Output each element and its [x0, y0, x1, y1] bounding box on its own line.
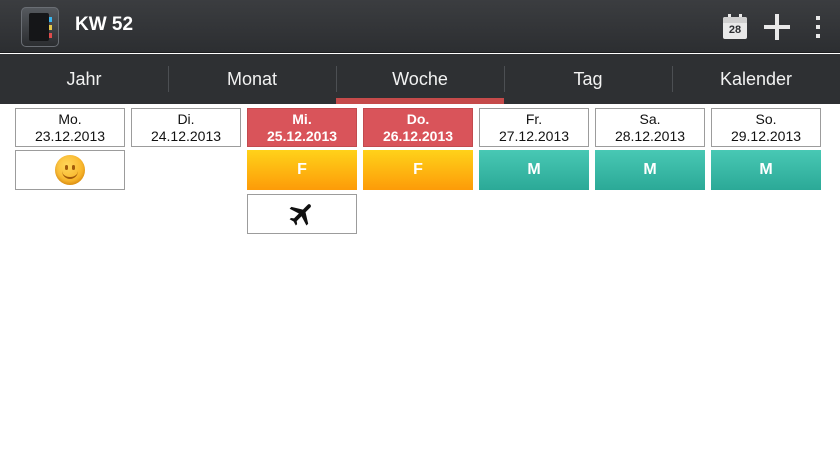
overflow-menu-button[interactable] — [800, 8, 836, 46]
smiley-icon — [55, 155, 85, 185]
day-header-so[interactable]: So. 29.12.2013 — [711, 108, 821, 147]
day-date: 27.12.2013 — [498, 128, 570, 144]
tab-bar: Jahr Monat Woche Tag Kalender — [0, 54, 840, 104]
day-name: Mo. — [58, 111, 82, 127]
day-date: 26.12.2013 — [382, 128, 454, 144]
app-icon[interactable] — [21, 7, 59, 47]
day-name: Fr. — [525, 111, 543, 127]
tab-woche[interactable]: Woche — [336, 54, 504, 104]
day-header-mi[interactable]: Mi. 25.12.2013 — [247, 108, 357, 147]
action-bar: KW 52 28 — [0, 0, 840, 53]
page-title: KW 52 — [75, 14, 134, 35]
note-cell-mi[interactable] — [247, 194, 357, 234]
shift-cell-mo[interactable] — [15, 150, 125, 190]
shift-cell-fr[interactable]: M — [479, 150, 589, 190]
plus-icon — [764, 14, 790, 40]
tab-kalender[interactable]: Kalender — [672, 54, 840, 104]
day-name: Di. — [177, 111, 195, 127]
add-button[interactable] — [759, 8, 795, 46]
day-date: 28.12.2013 — [614, 128, 686, 144]
day-header-di[interactable]: Di. 24.12.2013 — [131, 108, 241, 147]
day-name: Mi. — [292, 111, 312, 127]
tab-monat[interactable]: Monat — [168, 54, 336, 104]
day-date: 24.12.2013 — [150, 128, 222, 144]
shift-cell-do[interactable]: F — [363, 150, 473, 190]
day-name: So. — [755, 111, 777, 127]
calendar-today-button[interactable]: 28 — [717, 8, 753, 46]
day-date: 23.12.2013 — [34, 128, 106, 144]
tab-jahr[interactable]: Jahr — [0, 54, 168, 104]
day-header-mo[interactable]: Mo. 23.12.2013 — [15, 108, 125, 147]
calendar-icon: 28 — [723, 14, 747, 40]
shift-cell-sa[interactable]: M — [595, 150, 705, 190]
day-header-fr[interactable]: Fr. 27.12.2013 — [479, 108, 589, 147]
shift-cell-so[interactable]: M — [711, 150, 821, 190]
day-date: 29.12.2013 — [730, 128, 802, 144]
airplane-icon — [289, 204, 311, 226]
shift-cell-mi[interactable]: F — [247, 150, 357, 190]
calendar-day-number: 28 — [728, 24, 742, 36]
day-header-sa[interactable]: Sa. 28.12.2013 — [595, 108, 705, 147]
tab-tag[interactable]: Tag — [504, 54, 672, 104]
day-date: 25.12.2013 — [266, 128, 338, 144]
day-name: Do. — [406, 111, 430, 127]
day-header-do[interactable]: Do. 26.12.2013 — [363, 108, 473, 147]
day-name: Sa. — [639, 111, 661, 127]
more-vert-icon — [816, 16, 820, 38]
